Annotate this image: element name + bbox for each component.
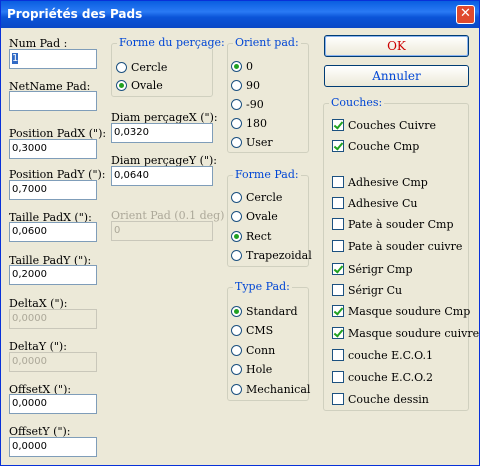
size-x-input[interactable]: 0,0600: [9, 222, 97, 242]
layer-pate-souder-cuivre-checkbox[interactable]: Pate à souder cuivre: [332, 240, 462, 254]
radio-selected-icon: [231, 231, 242, 242]
checkbox-checked-icon: [332, 119, 344, 131]
orient-pad-group: Orient pad: 0 90 -90 180 User: [227, 36, 309, 153]
layer-masque-soudure-cuivre-checkbox[interactable]: Masque soudure cuivre: [332, 327, 479, 341]
pad-type-conn-radio[interactable]: Conn: [231, 344, 275, 358]
layer-adhesive-cmp-checkbox[interactable]: Adhesive Cmp: [332, 176, 428, 190]
pad-type-standard-radio[interactable]: Standard: [231, 305, 298, 319]
pad-type-title: Type Pad:: [233, 280, 292, 293]
drill-y-input[interactable]: 0,0640: [111, 166, 213, 186]
radio-selected-icon: [231, 61, 242, 72]
delta-y-input: 0,0000: [9, 352, 97, 372]
layer-serigr-cmp-checkbox[interactable]: Sérigr Cmp: [332, 263, 413, 277]
position-y-input[interactable]: 0,7000: [9, 180, 97, 200]
layers-title: Couches:: [329, 96, 385, 109]
layers-group: Couches: Couches Cuivre Couche Cmp Adhes…: [323, 96, 479, 411]
layer-eco1-checkbox[interactable]: couche E.C.O.1: [332, 349, 433, 363]
layer-couche-dessin-checkbox[interactable]: Couche dessin: [332, 393, 429, 407]
checkbox-icon: [332, 176, 344, 188]
checkbox-checked-icon: [332, 140, 344, 152]
radio-selected-icon: [231, 306, 242, 317]
pad-shape-rect-radio[interactable]: Rect: [231, 230, 271, 244]
drill-shape-cercle-radio[interactable]: Cercle: [116, 61, 167, 75]
checkbox-checked-icon: [332, 263, 344, 275]
radio-icon: [231, 118, 242, 129]
num-pad-input[interactable]: 1: [9, 49, 97, 69]
radio-icon: [231, 364, 242, 375]
position-x-input[interactable]: 0,3000: [9, 139, 97, 159]
pad-shape-title: Forme Pad:: [233, 168, 301, 181]
drill-shape-title: Forme du perçage:: [117, 36, 227, 49]
radio-icon: [116, 62, 127, 73]
orient-180-radio[interactable]: 180: [231, 117, 267, 131]
netname-input[interactable]: [9, 91, 97, 111]
close-icon[interactable]: ✕: [456, 5, 475, 24]
checkbox-icon: [332, 371, 344, 383]
checkbox-icon: [332, 240, 344, 252]
delta-x-input: 0,0000: [9, 309, 97, 329]
radio-selected-icon: [116, 80, 127, 91]
pad-type-cms-radio[interactable]: CMS: [231, 324, 273, 338]
offset-y-input[interactable]: 0,0000: [9, 437, 97, 457]
radio-icon: [231, 345, 242, 356]
offset-x-input[interactable]: 0,0000: [9, 394, 97, 414]
layer-masque-soudure-cmp-checkbox[interactable]: Masque soudure Cmp: [332, 305, 470, 319]
checkbox-icon: [332, 393, 344, 405]
orient-input: 0: [111, 221, 213, 241]
layer-pate-souder-cmp-checkbox[interactable]: Pate à souder Cmp: [332, 218, 454, 232]
radio-icon: [231, 325, 242, 336]
checkbox-checked-icon: [332, 327, 344, 339]
drill-shape-ovale-radio[interactable]: Ovale: [116, 79, 163, 93]
layer-eco2-checkbox[interactable]: couche E.C.O.2: [332, 371, 433, 385]
pad-type-group: Type Pad: Standard CMS Conn Hole Mechani…: [227, 280, 310, 401]
pad-shape-trapezoidal-radio[interactable]: Trapezoidal: [231, 249, 312, 263]
checkbox-checked-icon: [332, 305, 344, 317]
pad-properties-dialog: Propriétés des Pads ✕ Num Pad : 1 NetNam…: [0, 0, 480, 466]
orient-pad-title: Orient pad:: [233, 36, 301, 49]
radio-icon: [231, 99, 242, 110]
orient-user-radio[interactable]: User: [231, 136, 273, 150]
layer-serigr-cu-checkbox[interactable]: Sérigr Cu: [332, 284, 402, 298]
drill-x-input[interactable]: 0,0320: [111, 123, 213, 143]
pad-type-mechanical-radio[interactable]: Mechanical: [231, 383, 310, 397]
checkbox-icon: [332, 218, 344, 230]
checkbox-icon: [332, 349, 344, 361]
radio-icon: [231, 211, 242, 222]
radio-icon: [231, 137, 242, 148]
orient-minus90-radio[interactable]: -90: [231, 98, 264, 112]
drill-shape-group: Forme du perçage: Cercle Ovale: [111, 36, 227, 97]
window-title: Propriétés des Pads: [7, 7, 143, 21]
orient-0-radio[interactable]: 0: [231, 60, 253, 74]
size-y-input[interactable]: 0,2000: [9, 265, 97, 285]
pad-type-hole-radio[interactable]: Hole: [231, 363, 272, 377]
radio-icon: [231, 192, 242, 203]
radio-icon: [231, 80, 242, 91]
checkbox-icon: [332, 197, 344, 209]
layer-couche-cmp-checkbox[interactable]: Couche Cmp: [332, 140, 419, 154]
checkbox-icon: [332, 284, 344, 296]
ok-button[interactable]: OK: [324, 35, 469, 57]
title-bar[interactable]: Propriétés des Pads ✕: [1, 1, 479, 28]
pad-shape-group: Forme Pad: Cercle Ovale Rect Trapezoidal: [227, 168, 312, 267]
cancel-button[interactable]: Annuler: [324, 65, 469, 87]
layer-adhesive-cu-checkbox[interactable]: Adhesive Cu: [332, 197, 417, 211]
radio-icon: [231, 250, 242, 261]
orient-90-radio[interactable]: 90: [231, 79, 260, 93]
radio-icon: [231, 384, 242, 395]
layer-couches-cuivre-checkbox[interactable]: Couches Cuivre: [332, 119, 436, 133]
pad-shape-cercle-radio[interactable]: Cercle: [231, 191, 282, 205]
pad-shape-ovale-radio[interactable]: Ovale: [231, 210, 278, 224]
